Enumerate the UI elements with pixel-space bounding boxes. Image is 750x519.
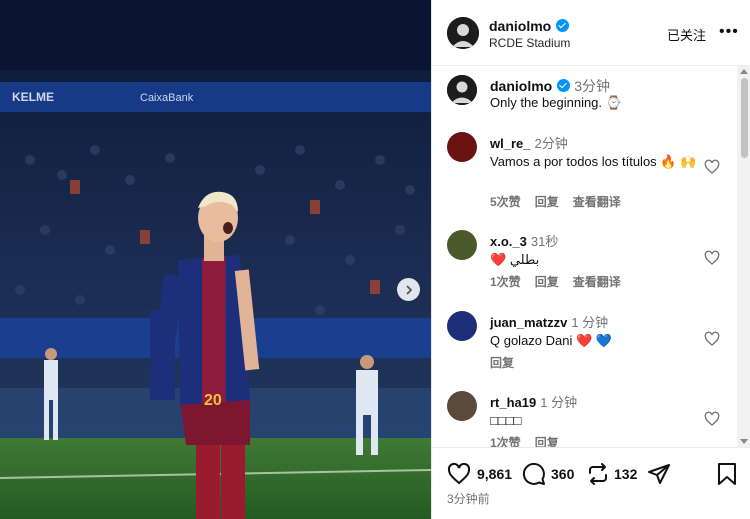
comment-actions: 回复 (490, 354, 528, 371)
repost-icon[interactable] (586, 462, 610, 486)
svg-text:20: 20 (204, 392, 222, 409)
comment-likes[interactable]: 5次赞 (490, 195, 521, 209)
comment-avatar[interactable] (447, 391, 477, 421)
comment-likes[interactable]: 1次赞 (490, 436, 521, 447)
reply-button[interactable]: 回复 (490, 356, 514, 370)
author-avatar[interactable] (447, 17, 479, 49)
reply-button[interactable]: 回复 (535, 195, 559, 209)
author-username[interactable]: daniolmo (489, 18, 570, 34)
comment-actions: 1次赞 回复 (490, 434, 573, 447)
comment-time: 1 分钟 (571, 315, 609, 330)
bookmark-icon[interactable] (716, 462, 738, 486)
comment-username[interactable]: rt_ha19 (490, 395, 536, 410)
comments-list[interactable]: daniolmo 3分钟 Only the beginning. ⌚ wl_re_… (432, 66, 737, 447)
heart-icon[interactable] (447, 462, 471, 486)
reply-button[interactable]: 回复 (535, 275, 559, 289)
next-photo-button[interactable] (397, 278, 420, 301)
post-sidebar: daniolmo RCDE Stadium 已关注 ••• daniolmo 3分… (431, 0, 750, 519)
chevron-right-icon (405, 284, 412, 295)
comment-actions: 5次赞 回复 查看翻译 (490, 193, 635, 210)
like-comment-heart-icon[interactable] (704, 159, 720, 175)
scroll-thumb[interactable] (741, 78, 748, 158)
comment-likes[interactable]: 1次赞 (490, 275, 521, 289)
comment-time: 2分钟 (534, 136, 568, 151)
comment-time: 1 分钟 (540, 395, 578, 410)
comment-avatar[interactable] (447, 230, 477, 260)
likes-count[interactable]: 9,861 (477, 466, 512, 482)
post-time-ago: 3分钟前 (447, 492, 490, 506)
comment-text: □□□□ (490, 413, 522, 428)
comment-text: ❤️ بطلي (490, 252, 540, 267)
comments-scrollbar[interactable] (737, 66, 750, 447)
like-comment-heart-icon[interactable] (704, 250, 720, 266)
more-options-button[interactable]: ••• (719, 23, 739, 41)
location-link[interactable]: RCDE Stadium (489, 36, 570, 50)
caption-username[interactable]: daniolmo (490, 78, 552, 94)
comment-text: Q golazo Dani ❤️ 💙 (490, 333, 612, 348)
like-comment-heart-icon[interactable] (704, 411, 720, 427)
caption-time: 3分钟 (574, 78, 611, 94)
scroll-up-arrow[interactable] (740, 69, 748, 74)
post-actions-bar: 9,861 360 132 3分钟前 (432, 447, 750, 519)
comment-actions: 1次赞 回复 查看翻译 (490, 273, 635, 290)
comments-count[interactable]: 360 (551, 466, 574, 482)
svg-text:CaixaBank: CaixaBank (140, 92, 194, 104)
svg-text:KELME: KELME (12, 90, 54, 104)
author-username-text[interactable]: daniolmo (489, 18, 551, 34)
comment-username[interactable]: juan_matzzv (490, 315, 567, 330)
comment-time: 31秒 (530, 234, 559, 249)
post-header: daniolmo RCDE Stadium 已关注 ••• (432, 0, 750, 66)
see-translation-button[interactable]: 查看翻译 (573, 275, 621, 289)
comment-icon[interactable] (522, 462, 546, 486)
comment-avatar[interactable] (447, 311, 477, 341)
comment-username[interactable]: wl_re_ (490, 136, 530, 151)
instagram-post-window: KELME CaixaBank 20 daniolmo RCDE Stadium… (0, 0, 750, 519)
verified-badge-icon (556, 19, 570, 32)
scroll-down-arrow[interactable] (740, 439, 748, 444)
stadium-photo-image: KELME CaixaBank 20 (0, 0, 431, 519)
verified-badge-icon (557, 79, 571, 92)
caption-avatar[interactable] (447, 75, 477, 105)
comment-avatar[interactable] (447, 132, 477, 162)
like-comment-heart-icon[interactable] (704, 331, 720, 347)
share-icon[interactable] (647, 462, 671, 486)
comment-username[interactable]: x.o._3 (490, 234, 527, 249)
see-translation-button[interactable]: 查看翻译 (573, 195, 621, 209)
reply-button[interactable]: 回复 (535, 436, 559, 447)
comment-text: Vamos a por todos los títulos 🔥 🙌 (490, 154, 697, 169)
reposts-count[interactable]: 132 (614, 466, 637, 482)
following-button[interactable]: 已关注 (667, 25, 706, 44)
caption-text: Only the beginning. ⌚ (490, 95, 622, 110)
post-photo[interactable]: KELME CaixaBank 20 (0, 0, 431, 519)
